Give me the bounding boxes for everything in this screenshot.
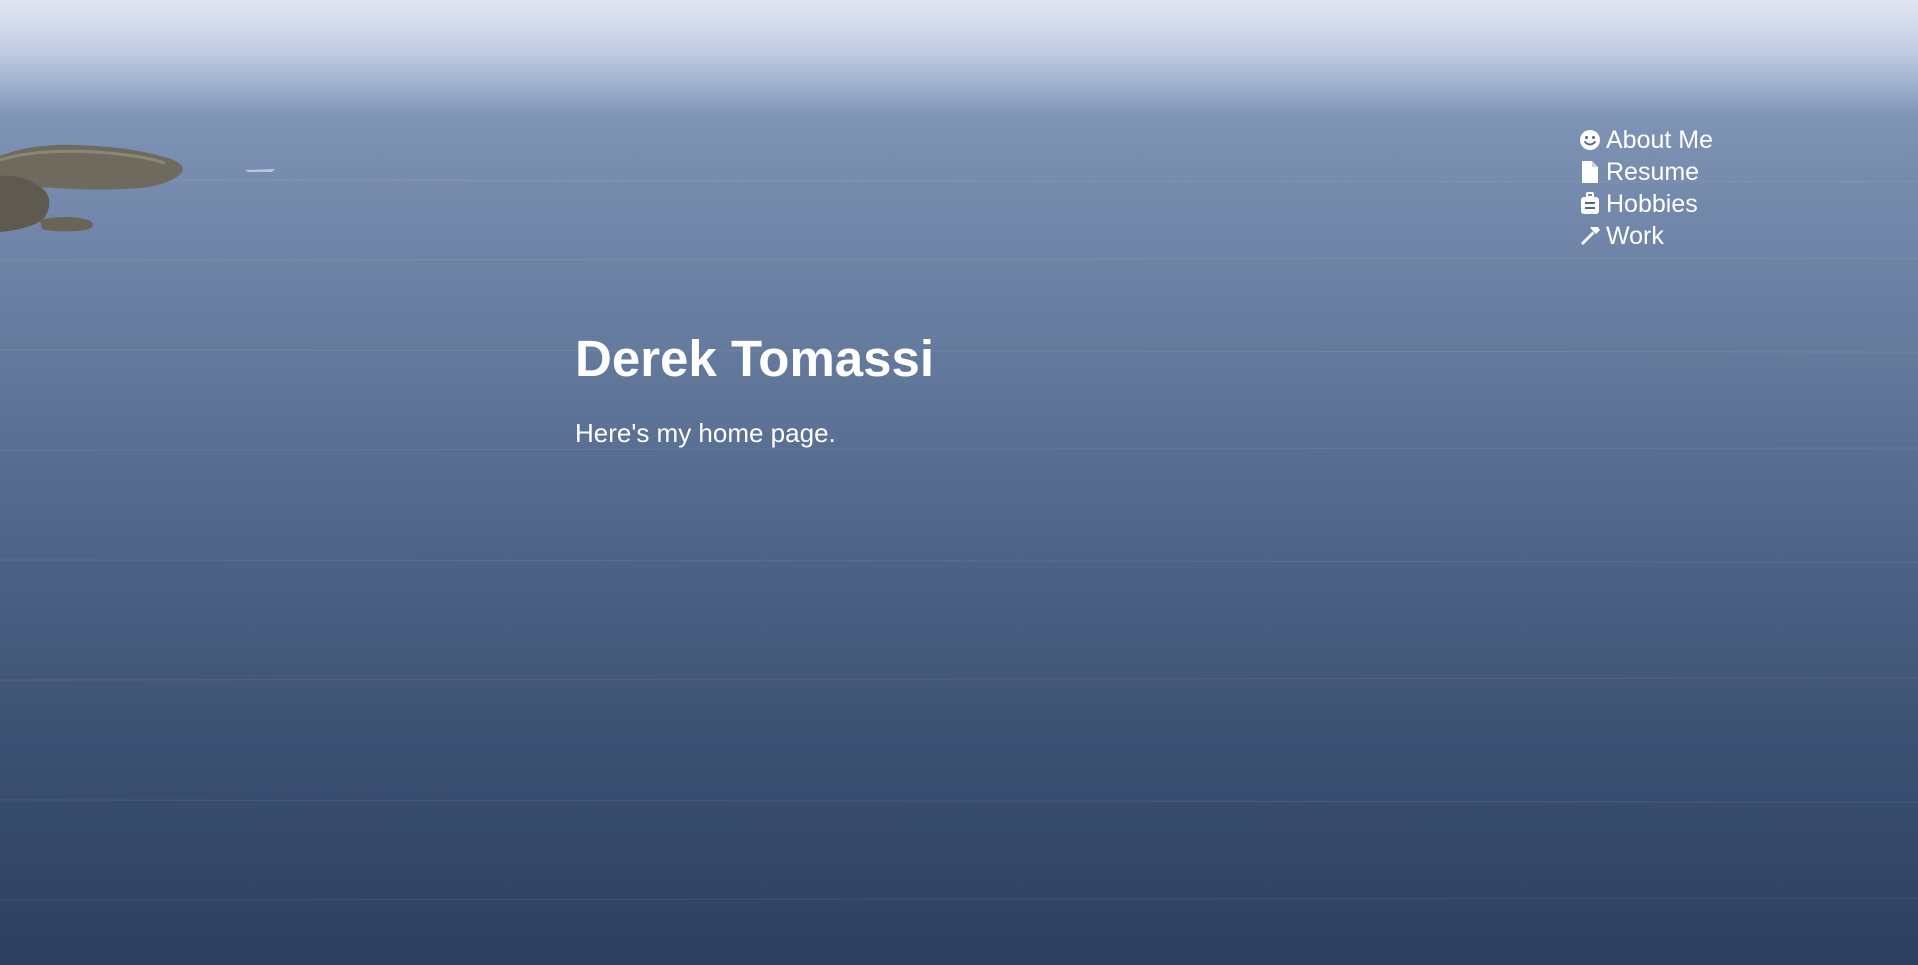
file-icon bbox=[1578, 160, 1602, 184]
nav-item-hobbies[interactable]: Hobbies bbox=[1578, 188, 1713, 220]
top-right-nav: About Me Resume Hobbies Work bbox=[1578, 124, 1713, 252]
nav-item-label[interactable]: Hobbies bbox=[1606, 188, 1698, 220]
island-rocks bbox=[0, 144, 275, 232]
nav-item-resume[interactable]: Resume bbox=[1578, 156, 1713, 188]
page-title: Derek Tomassi bbox=[575, 330, 935, 387]
nav-item-label[interactable]: Resume bbox=[1606, 156, 1699, 188]
nav-item-about-me[interactable]: About Me bbox=[1578, 124, 1713, 156]
hero-section: Derek Tomassi Here's my home page. bbox=[575, 326, 934, 450]
nav-item-work[interactable]: Work bbox=[1578, 220, 1713, 252]
suitcase-icon bbox=[1578, 192, 1602, 216]
page-subtitle: Here's my home page. bbox=[575, 418, 836, 448]
nav-item-label[interactable]: About Me bbox=[1606, 124, 1713, 156]
smile-icon bbox=[1578, 128, 1602, 152]
nav-item-label[interactable]: Work bbox=[1606, 220, 1664, 252]
hammer-icon bbox=[1578, 224, 1602, 248]
